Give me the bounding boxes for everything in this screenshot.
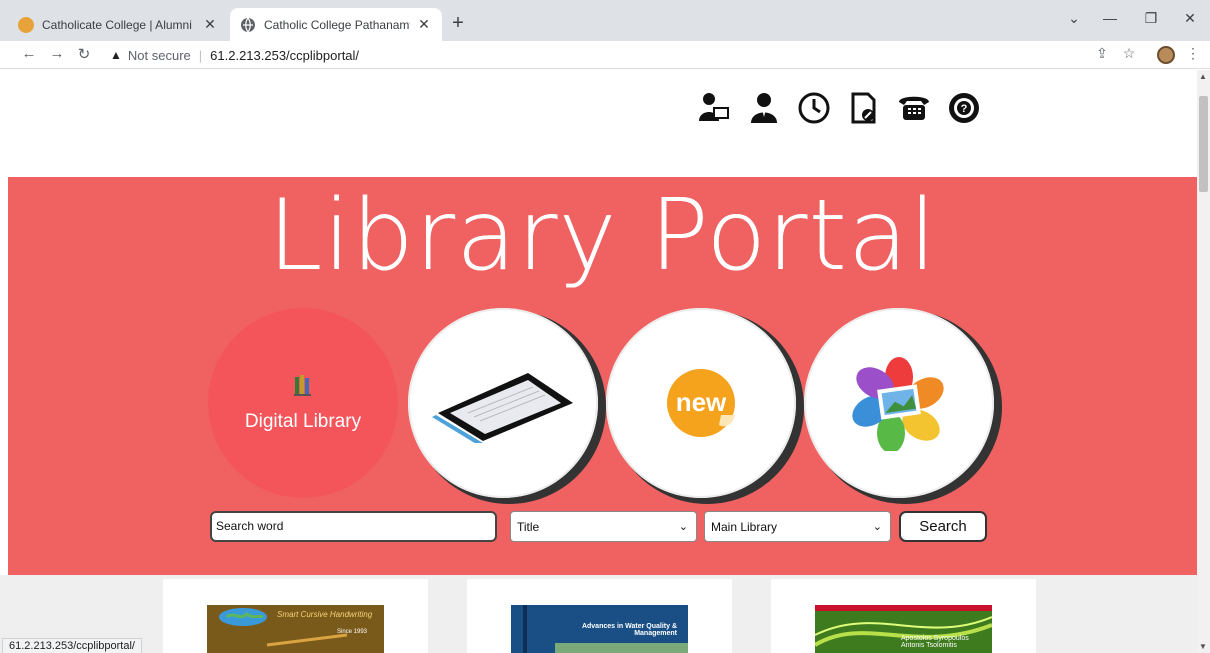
back-icon[interactable]: ←	[20, 45, 38, 62]
document-edit-icon[interactable]	[846, 90, 882, 126]
book-card[interactable]: Advances in Water Quality & Management	[467, 579, 732, 653]
staff-icon[interactable]	[746, 90, 782, 126]
search-field-value: Title	[517, 519, 540, 534]
scroll-up-icon[interactable]: ▲	[1199, 72, 1207, 81]
book-card-strip: Smart Cursive Handwriting Since 1993 Adv…	[0, 575, 1197, 653]
page-viewport: ? Library Portal Digital Library new Sea…	[0, 70, 1197, 653]
search-field-select[interactable]: Title ⌄	[510, 511, 697, 542]
tablet-icon	[432, 373, 573, 443]
digital-library-label: Digital Library	[244, 411, 362, 432]
scrollbar-thumb[interactable]	[1199, 96, 1208, 192]
minimize-icon[interactable]: —	[1100, 10, 1120, 26]
new-tab-button[interactable]: +	[447, 12, 469, 35]
security-label: Not secure	[127, 47, 191, 63]
tab-library-portal[interactable]: Catholic College Pathanamthitta ✕	[230, 8, 442, 41]
tab-search-chevron-icon[interactable]: ⌄	[1064, 10, 1084, 27]
book-card[interactable]: Smart Cursive Handwriting Since 1993	[163, 579, 428, 653]
telephone-icon[interactable]	[896, 90, 932, 126]
book-cover-title: Apostolos Syropoulos Antonis Tsolomitis	[901, 635, 969, 649]
address-bar-row: ← → ↻ ▲ Not secure | 61.2.213.253/ccplib…	[0, 41, 1210, 69]
header-icon-row: ?	[696, 90, 982, 126]
globe-icon	[240, 17, 256, 33]
library-select[interactable]: Main Library ⌄	[704, 511, 891, 542]
cover-spine	[523, 605, 527, 653]
window-close-icon[interactable]: ✕	[1180, 10, 1200, 27]
bookmark-star-icon[interactable]: ☆	[1120, 45, 1138, 62]
library-value: Main Library	[711, 519, 778, 534]
book-card[interactable]: Apostolos Syropoulos Antonis Tsolomitis	[771, 579, 1036, 653]
scroll-down-icon[interactable]: ▼	[1199, 642, 1207, 651]
cover-photo	[555, 643, 688, 653]
close-tab-icon[interactable]: ✕	[202, 16, 218, 33]
college-favicon	[18, 16, 34, 33]
omnibox[interactable]: ▲ Not secure | 61.2.213.253/ccplibportal…	[110, 44, 359, 66]
chevron-down-icon: ⌄	[872, 521, 882, 533]
new-badge-label: new	[676, 387, 727, 417]
svg-text:?: ?	[961, 103, 968, 115]
book-cover-title: Smart Cursive Handwriting	[277, 610, 373, 619]
new-badge-icon: new	[667, 369, 735, 437]
share-icon[interactable]: ⇪	[1093, 45, 1111, 62]
chevron-down-icon: ⌄	[678, 521, 688, 533]
book-cover[interactable]: Smart Cursive Handwriting Since 1993	[207, 605, 384, 653]
gallery-button[interactable]	[804, 308, 994, 498]
hero-banner: Library Portal Digital Library new Searc…	[8, 177, 1197, 575]
book-cover[interactable]: Apostolos Syropoulos Antonis Tsolomitis	[815, 605, 992, 653]
status-url: 61.2.213.253/ccplibportal/	[2, 638, 142, 653]
tab-title: Catholic College Pathanamthitta	[264, 17, 410, 32]
book-cover-subtitle: Since 1993	[337, 629, 368, 635]
book-cover[interactable]: Advances in Water Quality & Management	[511, 605, 688, 653]
page-title: Library Portal	[267, 179, 938, 293]
divider: |	[198, 47, 203, 63]
profile-avatar[interactable]	[1157, 46, 1175, 64]
photo-gallery-icon	[852, 357, 944, 451]
warning-icon: ▲	[110, 48, 122, 62]
restore-icon[interactable]: ❐	[1141, 10, 1161, 27]
help-icon[interactable]: ?	[946, 90, 982, 126]
search-input[interactable]: Search word	[210, 511, 497, 542]
reload-icon[interactable]: ↻	[75, 45, 93, 63]
url-text: 61.2.213.253/ccplibportal/	[210, 47, 360, 63]
librarian-desk-icon[interactable]	[696, 90, 732, 126]
tablet-button[interactable]	[408, 308, 598, 498]
new-arrivals-button[interactable]: new	[606, 308, 796, 498]
books-icon	[293, 373, 313, 403]
menu-kebab-icon[interactable]: ⋮	[1184, 45, 1202, 62]
tab-title: Catholicate College | Alumni	[42, 17, 192, 32]
book-cover-title: Advances in Water Quality & Management	[581, 623, 677, 637]
clock-icon[interactable]	[796, 90, 832, 126]
browser-tab-bar: Catholicate College | Alumni ✕ Catholic …	[0, 0, 1210, 41]
tab-alumni[interactable]: Catholicate College | Alumni ✕	[8, 8, 228, 41]
close-tab-icon[interactable]: ✕	[416, 16, 432, 33]
forward-icon[interactable]: →	[48, 45, 66, 62]
search-button[interactable]: Search	[899, 511, 987, 542]
digital-library-button[interactable]: Digital Library	[208, 308, 398, 498]
